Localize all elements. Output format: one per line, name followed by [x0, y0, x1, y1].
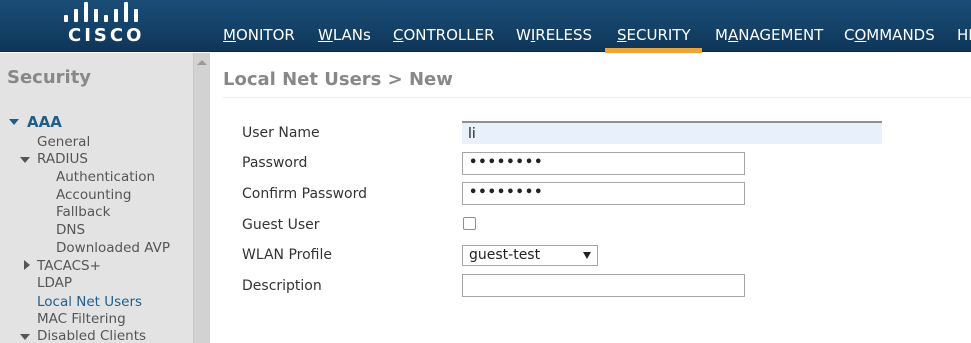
sidebar-scrollbar[interactable] — [193, 53, 210, 343]
nav-monitor[interactable]: MONITOR — [223, 26, 295, 44]
active-tab-indicator — [605, 48, 702, 53]
title-divider — [223, 97, 971, 98]
logo-wordmark: CISCO — [68, 25, 145, 46]
wlan-profile-label: WLAN Profile — [242, 247, 332, 263]
page-title: Local Net Users > New — [223, 69, 453, 90]
confirm-password-input[interactable]: •••••••• — [462, 182, 745, 205]
user-name-input[interactable] — [462, 121, 882, 144]
password-input[interactable]: •••••••• — [462, 152, 745, 175]
sidebar-item-ldap[interactable]: LDAP — [37, 275, 72, 291]
nav-wlans[interactable]: WLANs — [318, 26, 371, 44]
sidebar-item-disabled-clients[interactable]: Disabled Clients — [37, 328, 146, 343]
scroll-up-arrow-icon[interactable] — [197, 60, 207, 65]
wlan-profile-select[interactable]: guest-test — [462, 245, 598, 266]
sidebar-item-dns[interactable]: DNS — [56, 222, 85, 238]
sidebar-item-fallback[interactable]: Fallback — [56, 204, 110, 220]
sidebar: Security AAA General RADIUS Authenticati… — [0, 53, 194, 343]
nav-commands[interactable]: COMMANDS — [844, 26, 935, 44]
sidebar-item-aaa[interactable]: AAA — [27, 113, 62, 131]
cisco-bars-icon — [62, 0, 144, 22]
sidebar-item-general[interactable]: General — [37, 134, 90, 150]
expand-radius-icon[interactable] — [20, 157, 30, 163]
nav-security[interactable]: SECURITY — [617, 26, 691, 44]
sidebar-item-tacacs[interactable]: TACACS+ — [37, 258, 101, 274]
cisco-logo[interactable]: CISCO — [58, 0, 148, 48]
expand-tacacs-icon[interactable] — [24, 260, 30, 270]
guest-user-label: Guest User — [242, 217, 320, 233]
expand-disabled-clients-icon[interactable] — [20, 334, 30, 340]
sidebar-title: Security — [7, 67, 92, 88]
sidebar-item-authentication[interactable]: Authentication — [56, 169, 155, 185]
expand-aaa-icon[interactable] — [9, 119, 19, 125]
nav-management[interactable]: MANAGEMENT — [715, 26, 823, 44]
top-navigation-bar: CISCO MONITOR WLANs CONTROLLER WIRELESS … — [0, 0, 971, 53]
nav-help[interactable]: HE — [957, 26, 971, 44]
nav-controller[interactable]: CONTROLLER — [393, 26, 495, 44]
description-input[interactable] — [462, 274, 745, 297]
sidebar-item-downloaded-avp[interactable]: Downloaded AVP — [56, 240, 170, 256]
password-label: Password — [242, 155, 308, 171]
confirm-password-label: Confirm Password — [242, 186, 368, 202]
guest-user-checkbox[interactable] — [463, 217, 476, 230]
sidebar-item-local-net-users[interactable]: Local Net Users — [37, 294, 142, 310]
sidebar-item-accounting[interactable]: Accounting — [56, 187, 131, 203]
sidebar-item-radius[interactable]: RADIUS — [37, 151, 88, 167]
user-name-label: User Name — [242, 125, 320, 141]
wlan-profile-value: guest-test — [469, 247, 541, 263]
dropdown-arrow-icon — [583, 252, 591, 259]
description-label: Description — [242, 278, 322, 294]
nav-wireless[interactable]: WIRELESS — [516, 26, 592, 44]
sidebar-item-mac-filtering[interactable]: MAC Filtering — [37, 311, 126, 327]
